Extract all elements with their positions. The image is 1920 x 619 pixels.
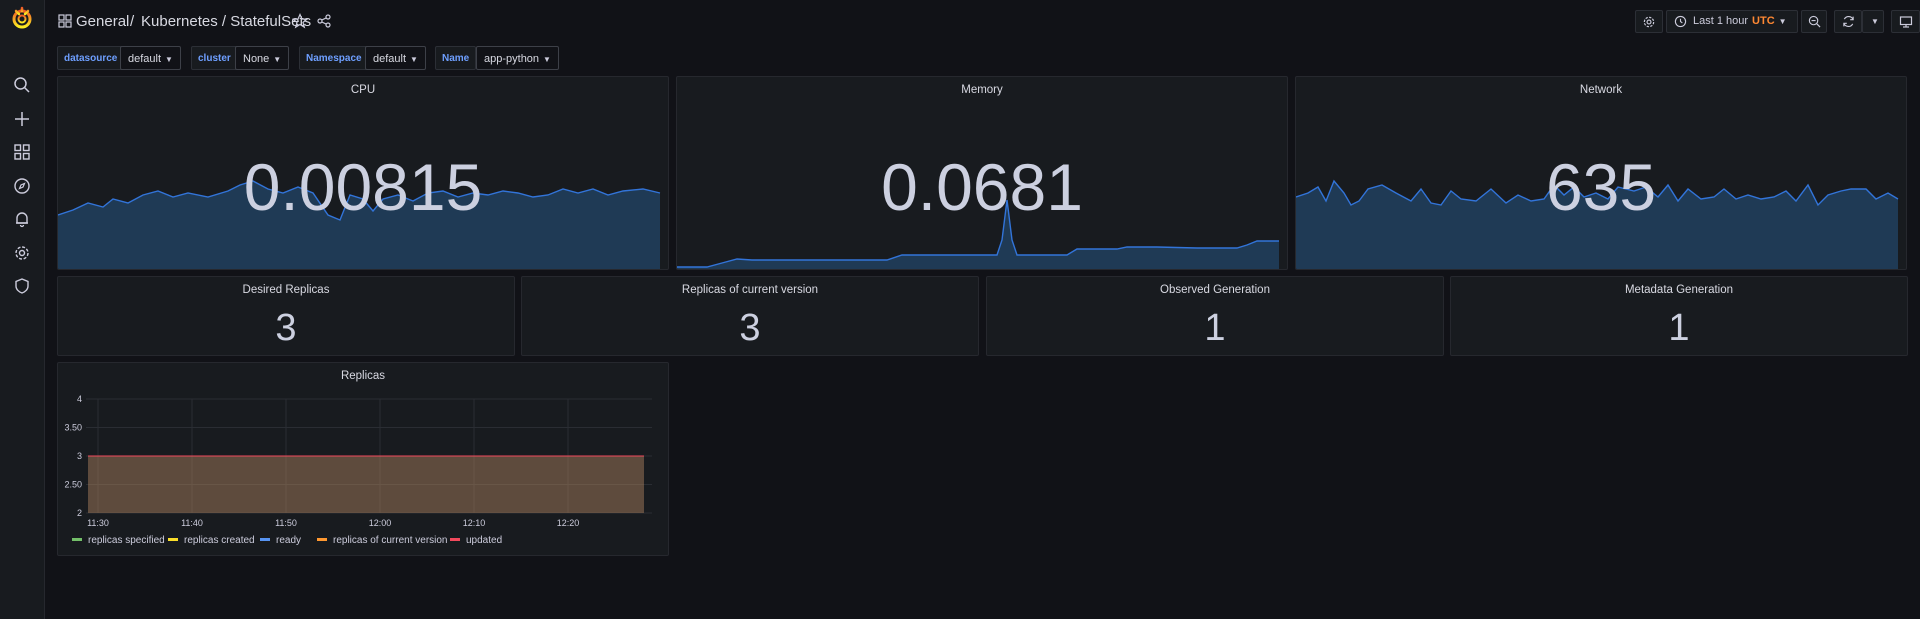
chevron-down-icon: ▼ xyxy=(165,55,173,64)
memory-panel[interactable]: Memory 0.0681 xyxy=(676,76,1288,270)
x-tick-label: 11:30 xyxy=(87,518,109,528)
replicas-panel[interactable]: Replicas 2 2.50 3 3.50 4 11:30 11:40 11:50 12:00… xyxy=(57,362,669,556)
variable-value: None xyxy=(243,53,270,65)
panel-title: Metadata Generation xyxy=(1624,284,1734,296)
plus-icon[interactable] xyxy=(13,110,31,128)
legend-swatch xyxy=(168,537,178,541)
legend-item[interactable]: replicas specified xyxy=(72,535,165,546)
shield-icon[interactable] xyxy=(13,277,31,295)
legend-label: ready xyxy=(276,535,302,546)
zoom-out-button[interactable] xyxy=(1801,10,1827,33)
panel-title: Desired Replicas xyxy=(242,284,330,296)
variable-label-cluster: cluster xyxy=(191,46,238,70)
metadata-generation-panel[interactable]: Metadata Generation 1 xyxy=(1450,276,1908,356)
time-picker-button[interactable]: Last 1 hour UTC ▼ xyxy=(1666,10,1798,33)
chevron-down-icon: ▼ xyxy=(1778,17,1787,26)
replicas-chart: 2 2.50 3 3.50 4 11:30 11:40 11:50 12:00 12:10 12:2… xyxy=(64,394,652,528)
variable-label-namespace: Namespace xyxy=(299,46,369,70)
desired-replicas-panel[interactable]: Desired Replicas 3 xyxy=(57,276,515,356)
breadcrumb-folder[interactable]: General xyxy=(76,13,129,30)
legend-swatch xyxy=(72,537,82,541)
replicas-current-version-panel[interactable]: Replicas of current version 3 xyxy=(521,276,979,356)
legend-swatch xyxy=(450,537,460,541)
x-tick-label: 12:10 xyxy=(463,518,486,528)
share-icon[interactable] xyxy=(316,13,332,29)
variable-select-name[interactable]: app-python ▼ xyxy=(476,46,559,70)
refresh-button[interactable] xyxy=(1834,10,1862,33)
y-tick-label: 2.50 xyxy=(64,480,82,490)
legend-label: replicas of current version xyxy=(333,535,448,546)
time-range-label: Last 1 hour xyxy=(1693,15,1749,27)
x-tick-label: 12:00 xyxy=(369,518,392,528)
chevron-down-icon: ▼ xyxy=(410,55,418,64)
stat-value: 0.0681 xyxy=(881,150,1083,224)
stat-value: 635 xyxy=(1545,150,1657,224)
stat-value: 1 xyxy=(1668,307,1690,349)
variable-select-datasource[interactable]: default ▼ xyxy=(120,46,181,70)
legend-item[interactable]: ready xyxy=(260,535,301,546)
x-tick-label: 11:50 xyxy=(275,518,297,528)
y-tick-label: 3 xyxy=(77,451,82,461)
chevron-down-icon: ▼ xyxy=(1871,17,1879,26)
variable-select-namespace[interactable]: default ▼ xyxy=(365,46,426,70)
legend-swatch xyxy=(260,537,270,541)
variable-value: app-python xyxy=(484,53,540,65)
sidebar xyxy=(0,0,45,619)
variable-select-cluster[interactable]: None ▼ xyxy=(235,46,290,70)
variable-value: default xyxy=(373,53,407,65)
grafana-logo-icon[interactable] xyxy=(10,6,34,30)
breadcrumb-dashboard[interactable]: Kubernetes / StatefulSets xyxy=(141,13,311,30)
timezone-label: UTC xyxy=(1752,15,1775,27)
variable-label-name: Name xyxy=(435,46,477,70)
variable-value: default xyxy=(128,53,162,65)
search-icon[interactable] xyxy=(13,76,31,94)
apps-grid-icon xyxy=(58,14,72,28)
legend-item[interactable]: replicas of current version xyxy=(317,535,448,546)
tv-mode-button[interactable] xyxy=(1891,10,1920,33)
legend-swatch xyxy=(317,537,327,541)
stat-value: 3 xyxy=(275,307,297,349)
compass-icon[interactable] xyxy=(13,177,31,195)
dashboards-icon[interactable] xyxy=(13,143,31,161)
chevron-down-icon: ▼ xyxy=(273,55,282,64)
stat-value: 0.00815 xyxy=(243,150,483,224)
chevron-down-icon: ▼ xyxy=(543,55,551,64)
legend-label: replicas created xyxy=(184,535,255,546)
dashboard-settings-button[interactable] xyxy=(1635,10,1663,33)
cpu-panel[interactable]: CPU 0.00815 xyxy=(57,76,669,270)
observed-generation-panel[interactable]: Observed Generation 1 xyxy=(986,276,1444,356)
stat-value: 3 xyxy=(739,307,761,349)
legend-item[interactable]: replicas created xyxy=(168,535,255,546)
legend-label: updated xyxy=(466,535,503,546)
x-tick-label: 12:20 xyxy=(557,518,580,528)
top-bar: General / Kubernetes / StatefulSets Last… xyxy=(44,0,1920,44)
legend-label: replicas specified xyxy=(88,535,165,546)
refresh-interval-dropdown[interactable]: ▼ xyxy=(1862,10,1884,33)
y-tick-label: 4 xyxy=(77,394,82,404)
panel-title: Replicas of current version xyxy=(681,284,819,296)
x-tick-label: 11:40 xyxy=(181,518,203,528)
legend-item[interactable]: updated xyxy=(450,535,502,546)
series-area xyxy=(88,456,644,513)
gear-icon[interactable] xyxy=(13,244,31,262)
y-tick-label: 3.50 xyxy=(64,423,82,433)
stat-value: 1 xyxy=(1204,307,1226,349)
y-tick-label: 2 xyxy=(77,508,82,518)
variable-label-datasource: datasource xyxy=(57,46,125,70)
bell-icon[interactable] xyxy=(13,210,31,228)
panel-title: Observed Generation xyxy=(1160,284,1270,296)
network-panel[interactable]: Network 635 xyxy=(1295,76,1907,270)
breadcrumb-separator: / xyxy=(130,13,135,30)
star-icon[interactable] xyxy=(291,13,309,29)
